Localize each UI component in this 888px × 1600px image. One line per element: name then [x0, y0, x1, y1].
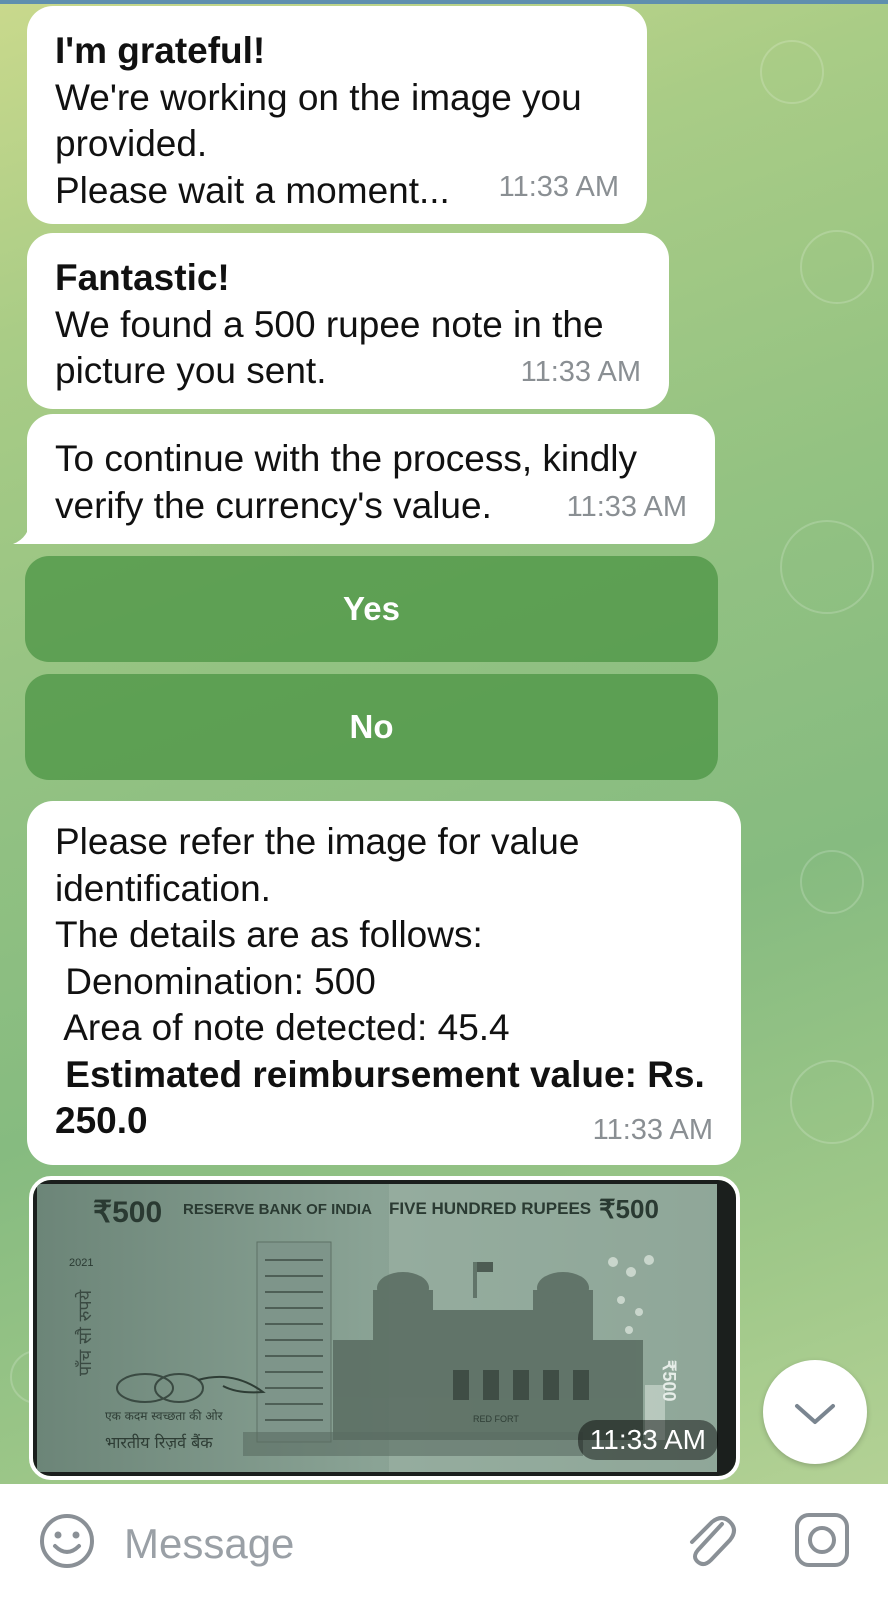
note-value-vertical: ₹500 [659, 1360, 679, 1401]
message-bubble: To continue with the process, kindly ver… [13, 414, 715, 544]
message-time: 11:33 AM [592, 1113, 713, 1146]
message-input-bar: Message [0, 1484, 888, 1600]
message-line: identification. [55, 867, 271, 909]
note-value: ₹500 [93, 1196, 162, 1229]
message-line: The details are as follows: [55, 914, 483, 955]
paperclip-icon[interactable] [680, 1510, 740, 1572]
message-line: Please refer the image for value [55, 821, 580, 862]
message-time: 11:33 AM [498, 170, 619, 203]
message-line: To continue with the process, kindly [55, 438, 638, 479]
message-input[interactable]: Message [124, 1520, 294, 1568]
camera-icon[interactable] [792, 1510, 852, 1570]
message-line: Area of note detected: 45.4 [55, 1007, 510, 1048]
message-line: provided. [55, 123, 208, 164]
note-hindi-bank: भारतीय रिज़र्व बैंक [105, 1433, 213, 1452]
bubble-tail [13, 518, 43, 544]
message-line: Estimated reimbursement value: Rs. [55, 1053, 705, 1095]
message-line: Fantastic! [55, 257, 230, 298]
message-bubble: Fantastic! We found a 500 rupee note in … [27, 233, 669, 409]
message-time: 11:33 AM [566, 490, 687, 523]
yes-button[interactable]: Yes [25, 556, 718, 662]
photo-time: 11:33 AM [577, 1420, 718, 1460]
message-line: Denomination: 500 [55, 960, 376, 1002]
background-doodle [780, 520, 874, 614]
note-slogan: एक कदम स्वच्छता की ओर [105, 1409, 224, 1423]
note-value-right: ₹500 [599, 1194, 659, 1224]
message-line: I'm grateful! [55, 30, 266, 71]
message-time: 11:33 AM [520, 355, 641, 388]
message-line: We're working on the image you [55, 76, 582, 118]
message-bubble: Please refer the image for value identif… [27, 801, 741, 1165]
background-doodle [760, 40, 824, 104]
note-bank-name: RESERVE BANK OF INDIA [183, 1201, 372, 1218]
note-words: FIVE HUNDRED RUPEES [389, 1199, 591, 1218]
background-doodle [790, 1060, 874, 1144]
top-status-line [0, 0, 888, 4]
emoji-icon[interactable] [38, 1512, 96, 1570]
message-bubble: I'm grateful! We're working on the image… [27, 6, 647, 224]
banknote-photo[interactable]: ₹500 RESERVE BANK OF INDIA FIVE HUNDRED … [29, 1176, 740, 1480]
background-doodle [800, 230, 874, 304]
no-button[interactable]: No [25, 674, 718, 780]
scroll-down-button[interactable] [763, 1360, 867, 1464]
note-red-fort: RED FORT [473, 1414, 519, 1424]
chevron-down-icon [795, 1404, 835, 1424]
message-line: We found a 500 rupee note in the [55, 303, 604, 345]
note-year: 2021 [69, 1257, 93, 1269]
background-doodle [800, 850, 864, 914]
note-hindi-side: पाँच सौ रुपये [74, 1289, 96, 1376]
